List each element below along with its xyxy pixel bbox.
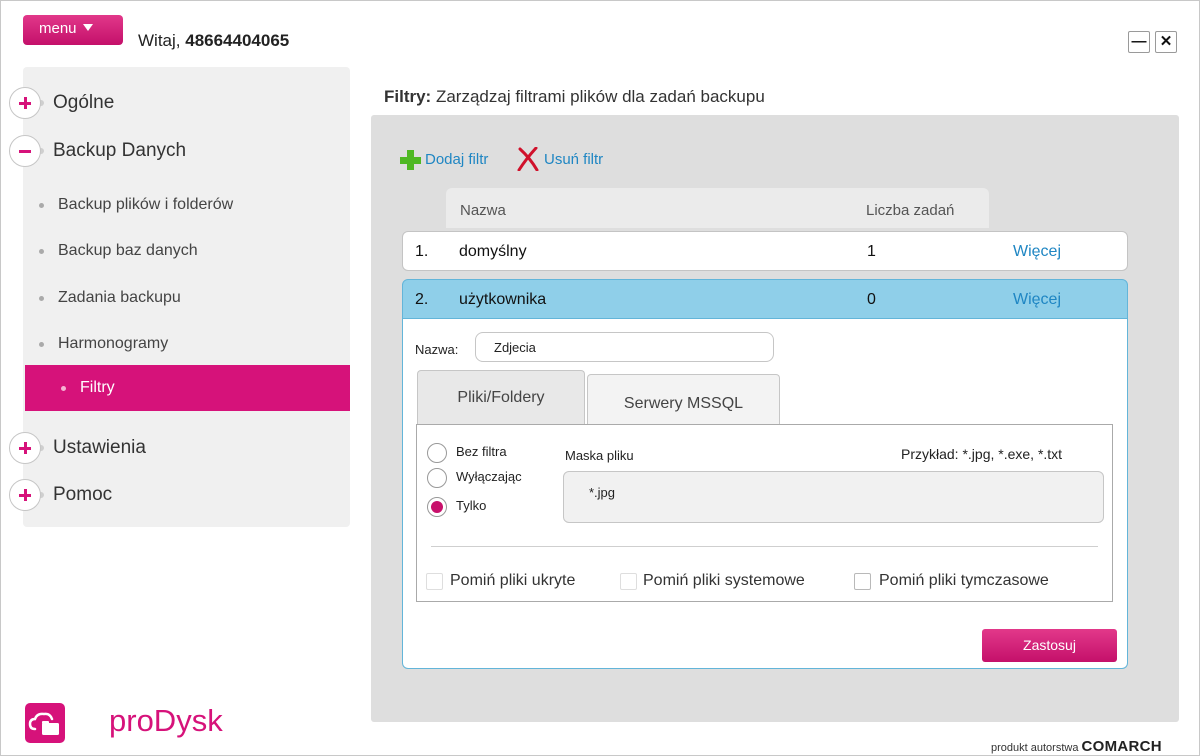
close-icon: ✕ [1159, 33, 1173, 50]
greeting: Witaj, 48664404065 [138, 31, 289, 51]
sidebar-item-harmonogramy[interactable]: Harmonogramy [1, 321, 328, 367]
row-more-link[interactable]: Więcej [1013, 243, 1061, 261]
sidebar-section-ogolne[interactable]: Ogólne [9, 85, 114, 121]
sidebar-section-backup-danych[interactable]: Backup Danych [9, 133, 186, 169]
radio-label: Tylko [456, 498, 487, 513]
user-id: 48664404065 [185, 31, 290, 50]
column-header-liczba-zadan: Liczba zadań [866, 202, 955, 219]
page-title-bold: Filtry: [384, 87, 432, 106]
table-row[interactable]: 1. domyślny 1 Więcej [402, 231, 1128, 271]
x-icon [517, 147, 539, 171]
filter-name-input[interactable]: Zdjecia [475, 332, 774, 362]
apply-label: Zastosuj [1023, 637, 1076, 653]
sidebar-item-label: Harmonogramy [58, 335, 169, 352]
menu-label: menu [39, 20, 77, 37]
row-count: 1 [867, 243, 876, 260]
checkbox-label: Pomiń pliki ukryte [450, 572, 576, 589]
checkbox-temp-files[interactable] [854, 573, 871, 590]
row-name: domyślny [459, 243, 527, 260]
greeting-prefix: Witaj, [138, 31, 181, 50]
divider [431, 546, 1098, 547]
sidebar-section-label: Ogólne [53, 92, 115, 113]
checkbox-label: Pomiń pliki systemowe [643, 572, 805, 589]
bullet-icon [39, 295, 44, 301]
row-name: użytkownika [459, 291, 547, 308]
tab-label: Pliki/Foldery [457, 389, 545, 406]
checkbox-label: Pomiń pliki tymczasowe [879, 572, 1049, 589]
chevron-down-icon [82, 24, 93, 31]
minimize-icon: — [1131, 33, 1147, 50]
plus-circle-icon [9, 432, 41, 464]
radio-label: Bez filtra [456, 444, 507, 459]
tab-serwery-mssql[interactable]: Serwery MSSQL [587, 374, 780, 425]
menu-button[interactable]: menu [23, 15, 123, 45]
bullet-icon [39, 341, 44, 347]
minus-circle-icon [9, 135, 41, 167]
remove-filter-label: Usuń filtr [544, 150, 604, 168]
footer-credit: produkt autorstwa COMARCH [991, 738, 1162, 755]
sidebar-section-ustawienia[interactable]: Ustawienia [9, 430, 146, 466]
page-title-text: Zarządzaj filtrami plików dla zadań back… [435, 87, 765, 106]
sidebar-section-label: Pomoc [53, 484, 113, 505]
row-index: 2. [415, 291, 429, 308]
tab-label: Serwery MSSQL [623, 395, 744, 412]
filter-name-value: Zdjecia [494, 340, 536, 355]
checkbox-hidden-files[interactable] [426, 573, 443, 590]
file-mask-input[interactable]: *.jpg [563, 471, 1104, 523]
radio-label: Wyłączając [456, 469, 522, 484]
sidebar-item-backup-baz[interactable]: Backup baz danych [1, 228, 328, 274]
remove-filter-button[interactable]: Usuń filtr [516, 147, 603, 171]
close-button[interactable]: ✕ [1155, 31, 1177, 53]
sidebar-item-backup-plikow[interactable]: Backup plików i folderów [1, 182, 328, 228]
bullet-icon [39, 248, 44, 254]
page-title: Filtry: Zarządzaj filtrami plików dla za… [384, 87, 765, 107]
radio-tylko[interactable] [427, 497, 447, 517]
plus-icon [399, 148, 421, 170]
mask-example: Przykład: *.jpg, *.exe, *.txt [901, 446, 1063, 462]
tab-pliki-foldery[interactable]: Pliki/Foldery [417, 370, 585, 425]
radio-bez-filtra[interactable] [427, 443, 447, 463]
plus-circle-icon [9, 479, 41, 511]
sidebar-item-zadania[interactable]: Zadania backupu [1, 275, 328, 321]
table-header: Nazwa Liczba zadań [446, 188, 989, 228]
sidebar-item-label: Filtry [80, 379, 115, 396]
app-logo-text: proDysk [109, 703, 223, 738]
row-count: 0 [867, 291, 876, 308]
sidebar-item-label: Zadania backupu [58, 289, 181, 306]
bullet-icon [61, 385, 66, 391]
sidebar-item-filtry[interactable]: Filtry [25, 365, 350, 411]
row-more-link[interactable]: Więcej [1013, 291, 1061, 309]
mask-label: Maska pliku [565, 448, 634, 463]
sidebar-section-pomoc[interactable]: Pomoc [9, 477, 112, 513]
footer-brand: COMARCH [1081, 738, 1162, 755]
sidebar-item-label: Backup baz danych [58, 242, 198, 259]
sidebar-item-label: Backup plików i folderów [58, 196, 234, 213]
table-row-selected[interactable]: 2. użytkownika 0 Więcej [402, 279, 1128, 319]
apply-button[interactable]: Zastosuj [982, 629, 1117, 662]
bullet-icon [39, 202, 44, 208]
minimize-button[interactable]: — [1128, 31, 1150, 53]
add-filter-button[interactable]: Dodaj filtr [399, 147, 488, 171]
sidebar-section-label: Backup Danych [53, 140, 187, 161]
footer-prefix: produkt autorstwa [991, 742, 1079, 754]
column-header-nazwa: Nazwa [460, 202, 506, 219]
cloud-folder-icon [25, 703, 65, 743]
name-label: Nazwa: [415, 342, 459, 357]
row-index: 1. [415, 243, 429, 260]
file-mask-value: *.jpg [589, 485, 616, 500]
checkbox-system-files[interactable] [620, 573, 637, 590]
plus-circle-icon [9, 87, 41, 119]
radio-wylaczajac[interactable] [427, 468, 447, 488]
app-window: menu Witaj, 48664404065 — ✕ Ogólne Backu… [0, 0, 1200, 756]
add-filter-label: Dodaj filtr [425, 150, 489, 168]
sidebar-section-label: Ustawienia [53, 437, 146, 458]
